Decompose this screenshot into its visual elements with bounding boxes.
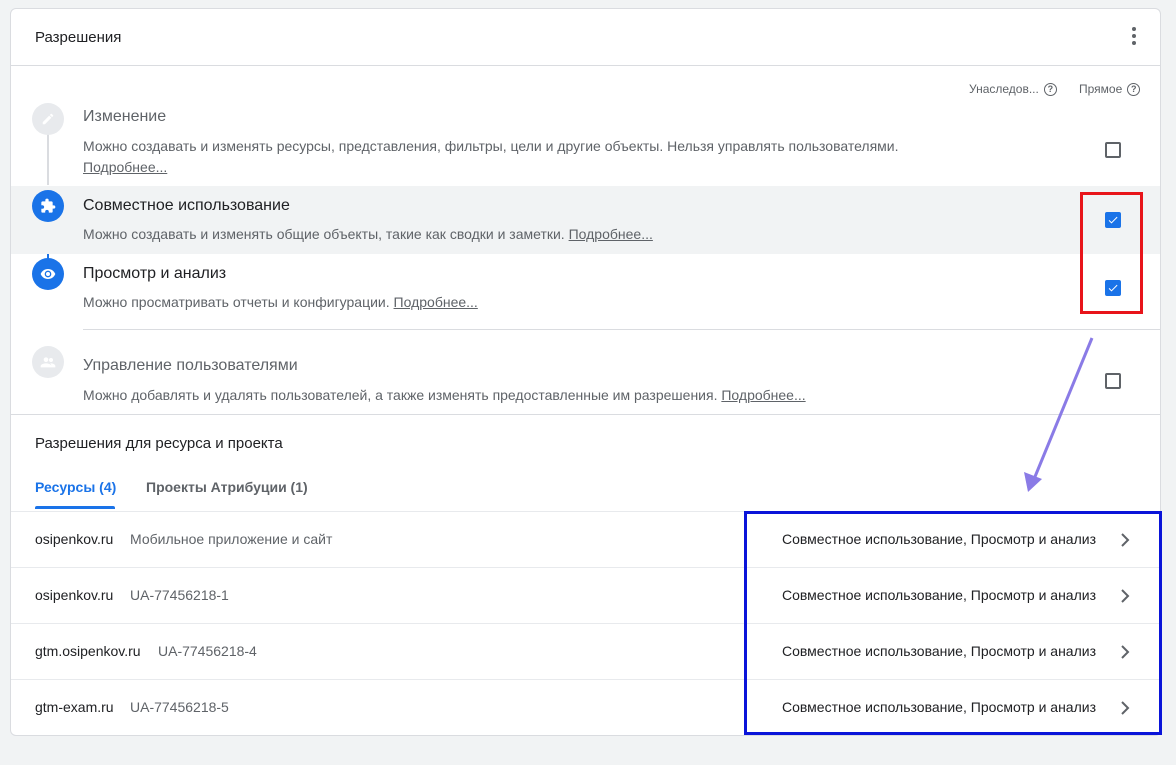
checkbox-highlight-box <box>1080 192 1143 314</box>
role-title: Изменение <box>83 108 167 125</box>
role-row-edit: Изменение Можно создавать и изменять рес… <box>11 94 1160 186</box>
permissions-highlight-box <box>744 511 1162 735</box>
role-title: Просмотр и анализ <box>83 265 227 282</box>
active-tab-indicator <box>35 506 115 509</box>
divider <box>11 414 1160 415</box>
direct-checkbox-edit[interactable] <box>1105 142 1121 158</box>
role-row-manage-users: Управление пользователями Можно добавлят… <box>11 330 1160 414</box>
direct-checkbox-manage-users[interactable] <box>1105 373 1121 389</box>
puzzle-icon <box>32 190 64 222</box>
tab-attribution-projects[interactable]: Проекты Атрибуции (1) <box>146 479 308 495</box>
resource-id: UA-77456218-5 <box>130 699 229 715</box>
card-header: Разрешения <box>11 9 1160 66</box>
role-row-read: Просмотр и анализ Можно просматривать от… <box>11 254 1160 322</box>
role-title: Управление пользователями <box>83 357 298 374</box>
role-description: Можно просматривать отчеты и конфигураци… <box>83 294 478 310</box>
resource-section-title: Разрешения для ресурса и проекта <box>35 435 283 452</box>
learn-more-link[interactable]: Подробнее... <box>83 159 167 175</box>
learn-more-link[interactable]: Подробнее... <box>569 226 653 242</box>
resource-name: gtm.osipenkov.ru <box>35 643 141 659</box>
role-description: Можно создавать и изменять ресурсы, пред… <box>83 138 899 175</box>
role-description: Можно добавлять и удалять пользователей,… <box>83 387 806 403</box>
pencil-icon <box>32 103 64 135</box>
learn-more-link[interactable]: Подробнее... <box>394 294 478 310</box>
tab-resources[interactable]: Ресурсы (4) <box>35 479 116 495</box>
card-title: Разрешения <box>35 29 122 46</box>
eye-icon <box>32 258 64 290</box>
resource-id: Мобильное приложение и сайт <box>130 531 333 547</box>
learn-more-link[interactable]: Подробнее... <box>721 387 805 403</box>
resource-name: osipenkov.ru <box>35 531 114 547</box>
resource-id: UA-77456218-4 <box>158 643 257 659</box>
users-icon <box>32 346 64 378</box>
role-row-collaborate: Совместное использование Можно создавать… <box>11 186 1160 254</box>
resource-name: gtm-exam.ru <box>35 699 114 715</box>
resource-id: UA-77456218-1 <box>130 587 229 603</box>
role-description: Можно создавать и изменять общие объекты… <box>83 226 653 242</box>
more-vert-icon[interactable] <box>1130 27 1138 47</box>
resource-name: osipenkov.ru <box>35 587 114 603</box>
role-title: Совместное использование <box>83 197 290 214</box>
